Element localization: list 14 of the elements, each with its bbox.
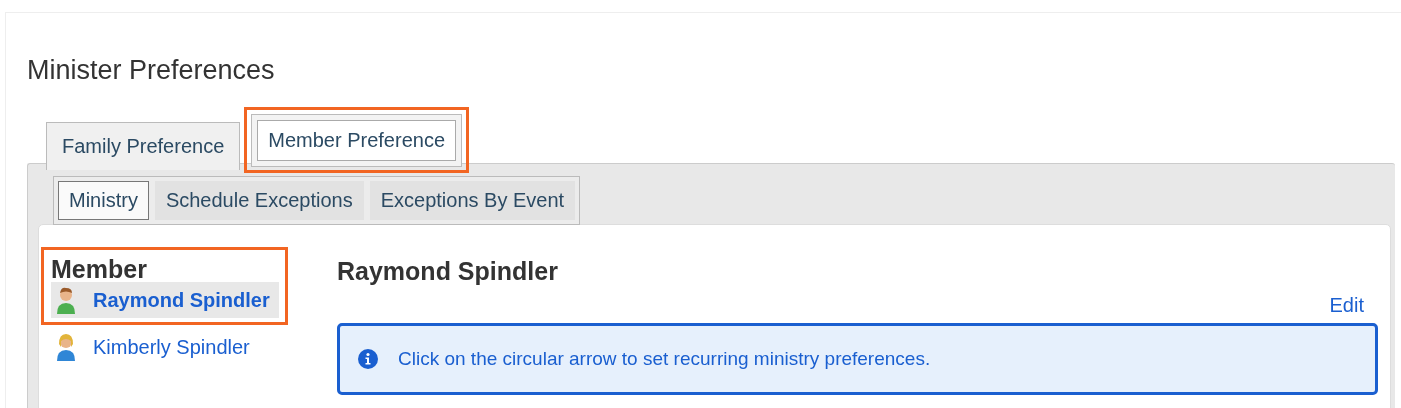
sub-tab[interactable]: Schedule Exceptions: [154, 181, 364, 220]
info-text: Click on the circular arrow to set recurring ministry preferences.: [398, 348, 931, 370]
edit-link[interactable]: Edit: [1329, 294, 1364, 317]
tab[interactable]: Family Preference: [46, 122, 241, 170]
page-title: Minister Preferences: [27, 55, 276, 86]
member-item[interactable]: Kimberly Spindler: [51, 329, 337, 365]
member-item[interactable]: Raymond Spindler: [51, 282, 279, 318]
sub-tab[interactable]: Ministry: [58, 181, 149, 220]
section-heading: Member: [51, 256, 148, 282]
person-icon: [55, 286, 77, 314]
person-icon: [55, 333, 77, 361]
member-name-heading: Raymond Spindler: [337, 257, 559, 286]
sub-tab[interactable]: Exceptions By Event: [369, 181, 576, 220]
info-icon: [358, 349, 378, 369]
